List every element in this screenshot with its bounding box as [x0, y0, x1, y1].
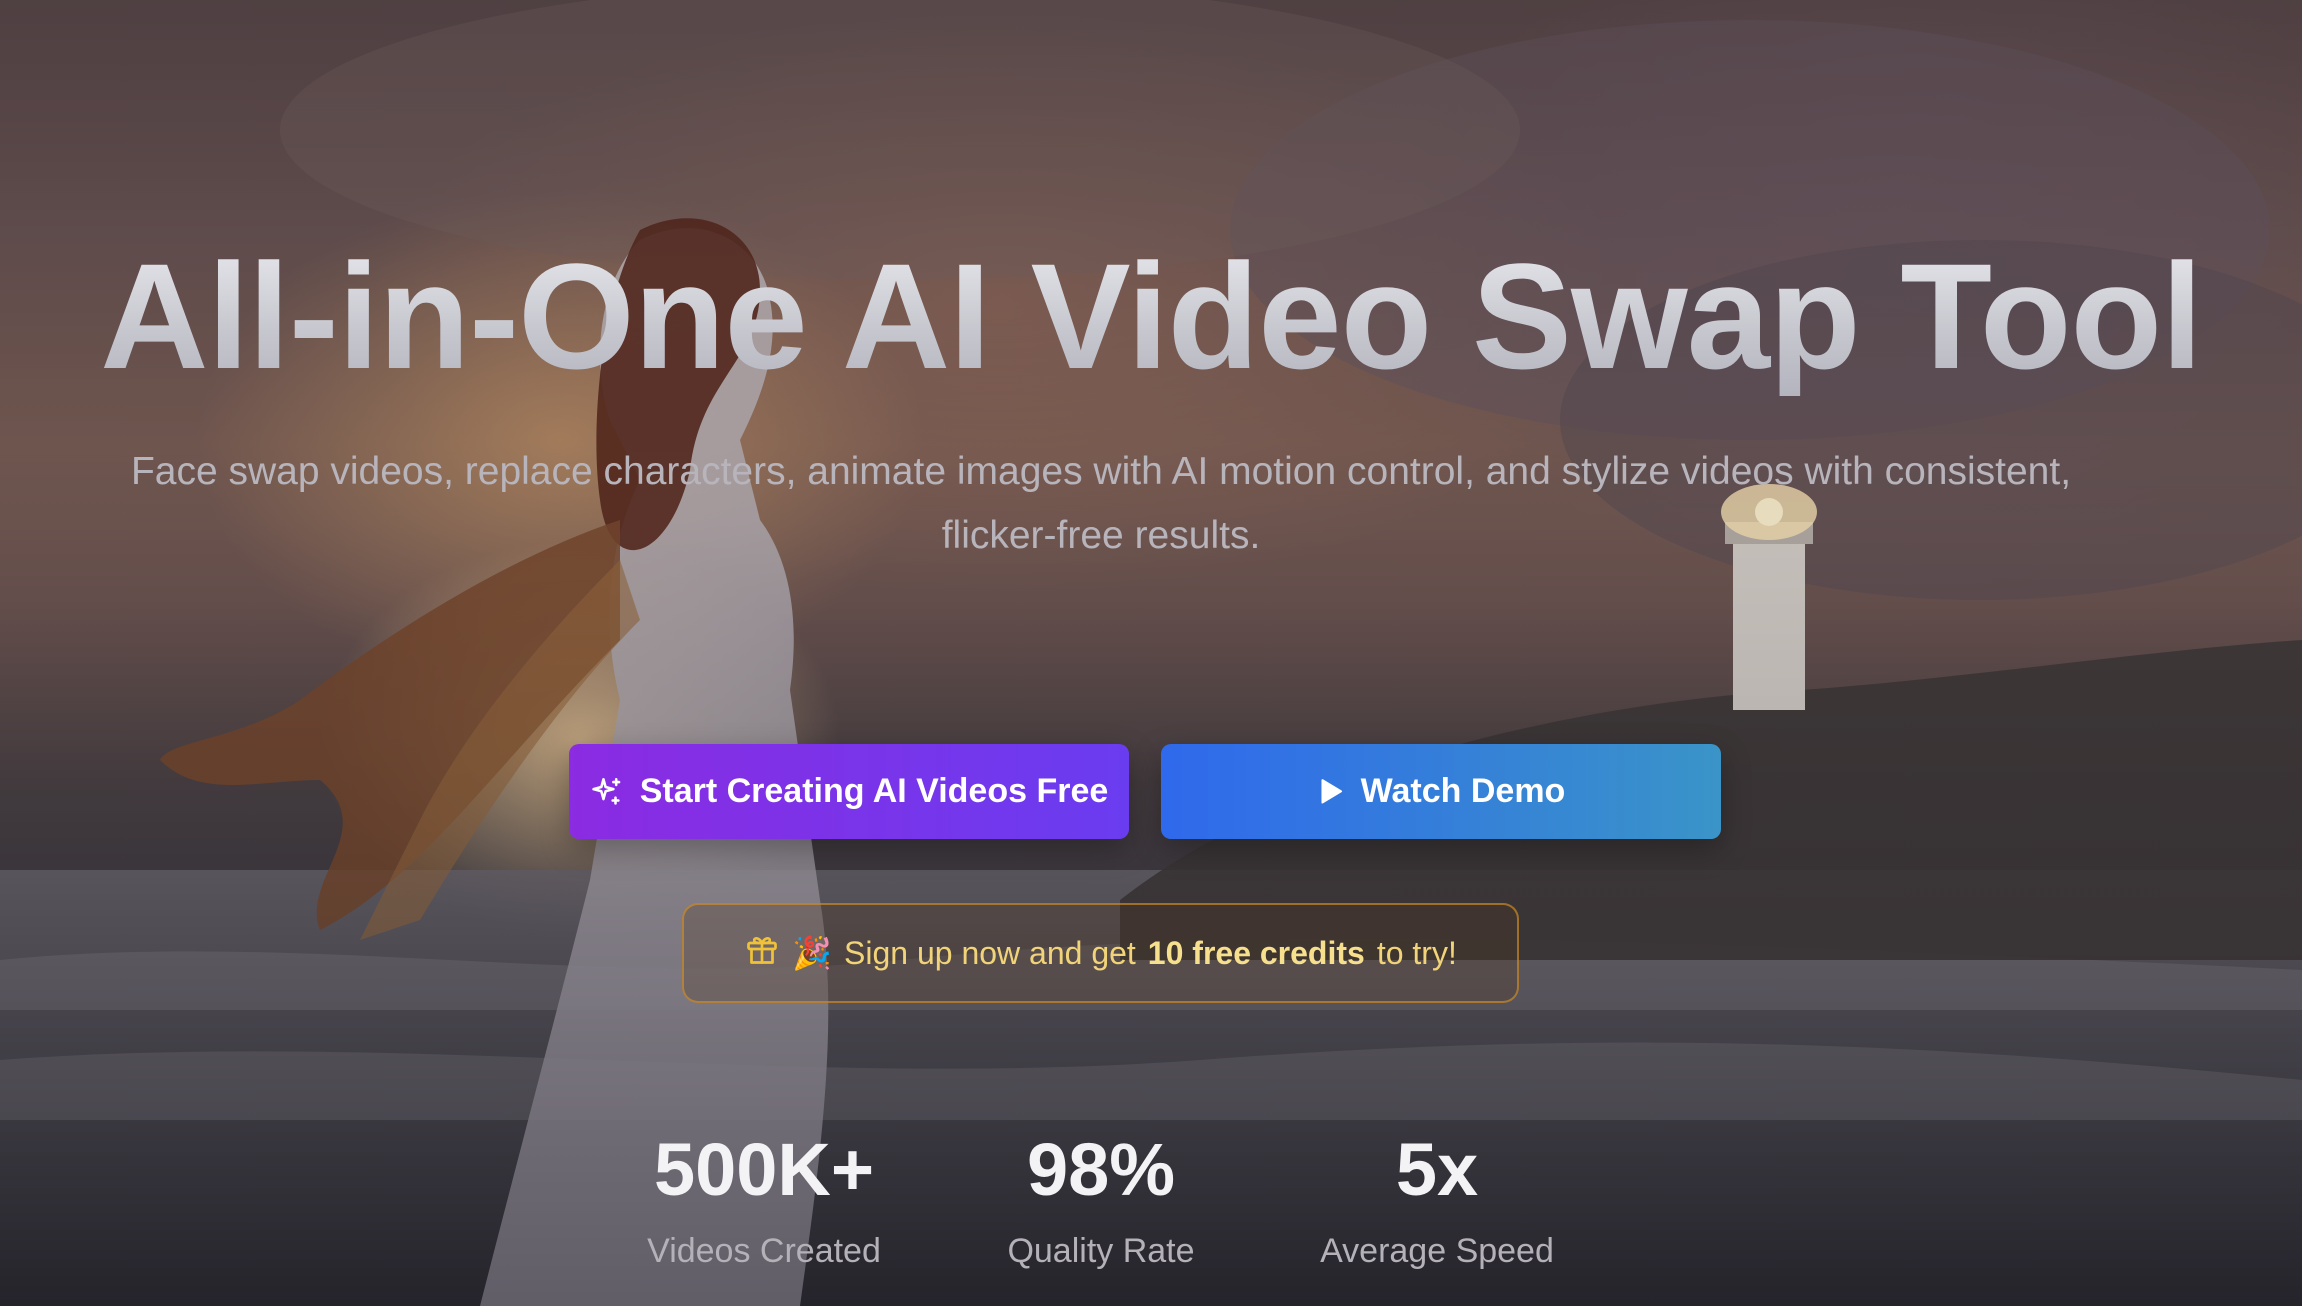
- signup-promo-banner: 🎉 Sign up now and get 10 free credits to…: [682, 903, 1519, 1003]
- stat-label: Videos Created: [647, 1232, 881, 1270]
- watch-demo-button-label: Watch Demo: [1360, 772, 1566, 810]
- gift-icon: [744, 931, 780, 975]
- hero-subtitle: Face swap videos, replace characters, an…: [130, 450, 2072, 557]
- stat-label: Quality Rate: [1007, 1232, 1195, 1270]
- watch-demo-button[interactable]: Watch Demo: [1161, 744, 1721, 839]
- start-creating-button[interactable]: Start Creating AI Videos Free: [569, 744, 1129, 839]
- stat-label: Average Speed: [1320, 1232, 1554, 1270]
- sparkles-icon: [590, 775, 624, 809]
- hero-section: All-in-One AI Video Swap Tool Face swap …: [0, 0, 2302, 1306]
- page-title: All-in-One AI Video Swap Tool: [0, 236, 2302, 396]
- stat-videos-created: 500K+ Videos Created: [604, 1125, 924, 1273]
- cta-button-group: Start Creating AI Videos Free Watch Demo: [0, 744, 2302, 839]
- stat-value: 500K+: [653, 1128, 875, 1211]
- hero-content: All-in-One AI Video Swap Tool Face swap …: [0, 0, 2302, 1306]
- stat-quality-rate: 98% Quality Rate: [941, 1125, 1261, 1273]
- stat-value: 98%: [1026, 1128, 1176, 1211]
- party-emoji: 🎉: [792, 935, 833, 971]
- start-creating-button-label: Start Creating AI Videos Free: [639, 772, 1109, 810]
- play-icon: [1317, 777, 1345, 807]
- promo-text-before: Sign up now and get: [844, 934, 1136, 971]
- promo-text-after: to try!: [1376, 934, 1457, 971]
- stat-average-speed: 5x Average Speed: [1277, 1125, 1597, 1273]
- promo-credits-highlight: 10 free credits: [1147, 934, 1365, 971]
- stat-value: 5x: [1395, 1128, 1479, 1211]
